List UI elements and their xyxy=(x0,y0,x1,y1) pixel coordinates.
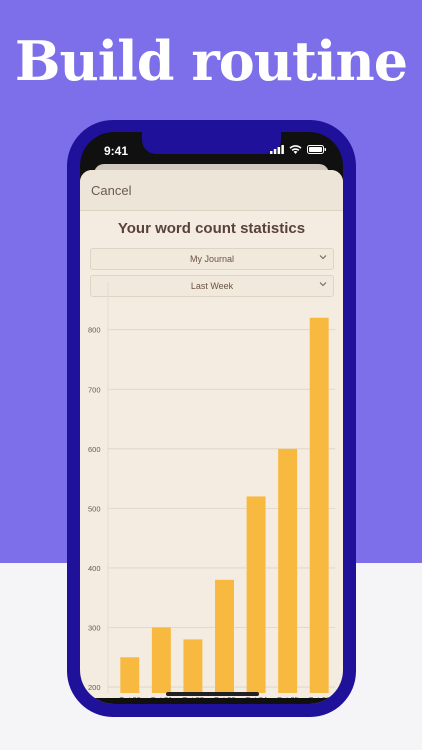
word-count-chart: 200300400500600700800Oct 20Oct 21Oct 22O… xyxy=(88,282,335,704)
y-tick-label: 600 xyxy=(88,445,101,454)
bar-oct-24 xyxy=(246,496,266,693)
bar-oct-23 xyxy=(215,579,234,693)
y-tick-label: 700 xyxy=(88,385,101,394)
phone-screen: 9:41 Cancel Your word count statistics M… xyxy=(80,132,343,704)
bar-oct-21 xyxy=(151,627,171,693)
headline: Build routine xyxy=(14,29,408,93)
bar-oct-20 xyxy=(120,657,140,693)
y-tick-label: 400 xyxy=(88,564,101,573)
screen-bottom-edge xyxy=(80,698,343,704)
signal-icon xyxy=(270,145,284,154)
y-tick-label: 500 xyxy=(88,504,101,513)
bar-oct-26 xyxy=(309,317,329,693)
bar-oct-22 xyxy=(183,639,203,693)
wifi-icon xyxy=(289,145,302,154)
status-time: 9:41 xyxy=(104,144,129,158)
bar-oct-25 xyxy=(278,448,298,693)
y-tick-label: 800 xyxy=(88,326,101,335)
status-icons xyxy=(270,145,327,154)
y-tick-label: 200 xyxy=(88,683,101,692)
statistics-sheet: Cancel Your word count statistics My Jou… xyxy=(80,170,343,704)
y-tick-label: 300 xyxy=(88,623,101,632)
battery-icon xyxy=(307,145,326,154)
phone-notch xyxy=(142,132,281,154)
home-indicator xyxy=(166,692,259,696)
